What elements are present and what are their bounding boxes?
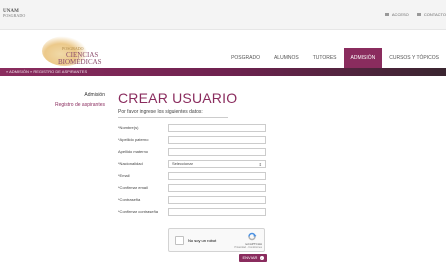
main-content: CREAR USUARIO Por favor ingrese los sigu…	[118, 90, 237, 118]
select-arrows-icon: ⇕	[258, 162, 262, 167]
recaptcha-widget: No soy un robot reCAPTCHA Privacidad - C…	[168, 228, 265, 252]
field-nacionalidad-label: *Nacionalidad	[118, 161, 143, 166]
apellido-materno-input[interactable]	[168, 148, 266, 156]
submit-button[interactable]: ENVIAR ›	[239, 254, 267, 262]
nombre-input[interactable]	[168, 124, 266, 132]
nav-alumnos[interactable]: ALUMNOS	[267, 48, 306, 68]
nav-posgrado[interactable]: POSGRADO	[224, 48, 267, 68]
apellido-paterno-input[interactable]	[168, 136, 266, 144]
unam-logo-line2: POSGRADO	[3, 13, 26, 18]
confirm-email-input[interactable]	[168, 184, 266, 192]
arrow-right-icon: ›	[259, 255, 264, 260]
recaptcha-terms-links[interactable]: Privacidad - Condiciones	[234, 246, 262, 249]
top-bar: UNAM POSGRADO ACCESO CONTACTO	[0, 0, 446, 30]
page-subtitle: Por favor ingrese los siguientes datos:	[118, 109, 228, 118]
main-nav: POSGRADO ALUMNOS TUTORES ADMISIÓN CURSOS…	[224, 48, 446, 68]
breadcrumb[interactable]: » ADMISIÓN » REGISTRO DE ASPIRANTES	[6, 69, 87, 74]
logo-text-line3: BIOMÉDICAS	[58, 58, 102, 66]
nav-cursos-topicos[interactable]: CURSOS Y TÓPICOS	[382, 48, 446, 68]
email-input[interactable]	[168, 172, 266, 180]
confirm-password-input[interactable]	[168, 208, 266, 216]
password-input[interactable]	[168, 196, 266, 204]
mail-icon	[416, 13, 421, 17]
field-password-label: *Contraseña	[118, 197, 141, 202]
login-icon	[385, 13, 389, 17]
nacionalidad-select[interactable]: Seleccionar ⇕	[168, 160, 266, 168]
submit-button-label: ENVIAR	[242, 255, 258, 260]
recaptcha-label: No soy un robot	[188, 238, 217, 243]
contact-link-label: CONTACTO	[423, 12, 446, 17]
nav-admision[interactable]: ADMISIÓN	[343, 48, 383, 68]
sidebar-item-registro[interactable]: Registro de aspirantes	[0, 102, 105, 108]
unam-logo[interactable]: UNAM POSGRADO	[3, 9, 26, 18]
field-nombre-label: *Nombre(s)	[118, 125, 139, 130]
recaptcha-icon	[248, 232, 257, 241]
nav-tutores[interactable]: TUTORES	[306, 48, 344, 68]
contact-link[interactable]: CONTACTO	[416, 12, 446, 17]
nacionalidad-selected-value: Seleccionar	[172, 161, 193, 166]
site-header: POSGRADO CIENCIAS BIOMÉDICAS POSGRADO AL…	[0, 30, 446, 68]
field-apellido-paterno-label: *Apellido paterno	[118, 137, 149, 142]
page-title: CREAR USUARIO	[118, 90, 238, 106]
field-email-label: *Email	[118, 173, 130, 178]
field-confirm-password-label: *Confirmar contraseña	[118, 209, 159, 214]
sidebar-heading[interactable]: Admisión	[0, 92, 105, 98]
access-link[interactable]: ACCESO	[385, 12, 409, 17]
field-apellido-materno-label: Apellido materno	[118, 149, 149, 154]
sidebar: Admisión Registro de aspirantes	[0, 92, 105, 108]
breadcrumb-bar: » ADMISIÓN » REGISTRO DE ASPIRANTES	[0, 68, 446, 76]
access-link-label: ACCESO	[391, 12, 409, 17]
top-links: ACCESO CONTACTO	[385, 12, 446, 17]
field-confirm-email-label: *Confirmar email	[118, 185, 148, 190]
recaptcha-checkbox[interactable]	[175, 236, 184, 245]
